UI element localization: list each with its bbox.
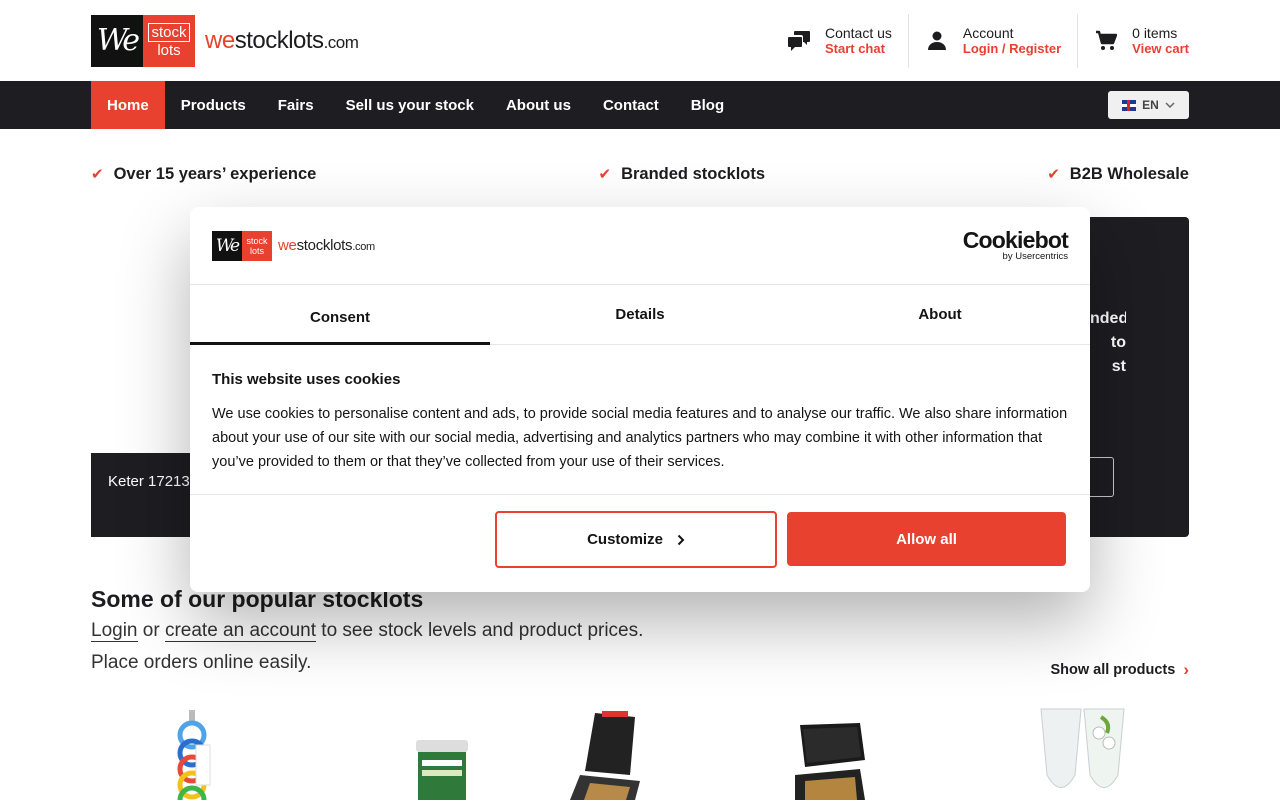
product-card[interactable] [765, 705, 965, 800]
popular-intro: Login or create an account to see stock … [91, 615, 651, 679]
logo-lots: lots [157, 41, 181, 59]
product-card[interactable] [316, 705, 516, 800]
product-card[interactable] [540, 705, 740, 800]
usp-label: Branded stocklots [621, 164, 766, 183]
chevron-right-icon: › [1183, 660, 1189, 679]
view-cart-link[interactable]: View cart [1132, 41, 1189, 57]
login-register-link[interactable]: Login / Register [963, 41, 1061, 57]
logo-text-stocklots: stocklots [234, 26, 324, 54]
logo-we-small: We [212, 230, 242, 261]
cookie-dialog-actions: Customize Allow all [190, 495, 1090, 568]
cookie-consent-dialog: We stock lots westocklots.com Cookiebot b… [190, 207, 1090, 592]
logo-text-we: we [205, 26, 235, 54]
chevron-down-icon [1165, 102, 1175, 108]
cookie-description: We use cookies to personalise content an… [212, 406, 1068, 470]
logo-mark-small: We stock lots [212, 230, 272, 261]
product-card[interactable] [989, 705, 1189, 800]
nav-item-home[interactable]: Home [91, 81, 165, 129]
cookie-dialog-header: We stock lots westocklots.com Cookiebot b… [190, 207, 1090, 285]
chat-icon [787, 29, 811, 53]
cart-icon [1094, 29, 1118, 53]
main-nav: Home Products Fairs Sell us your stock A… [0, 81, 1280, 129]
language-label: EN [1142, 98, 1159, 112]
usp-item: ✔ Branded stocklots [599, 165, 766, 184]
cookiebot-name: Cookiebot [962, 227, 1069, 253]
tab-about[interactable]: About [790, 285, 1090, 344]
site-logo[interactable]: We stock lots westocklots.com [91, 14, 359, 67]
show-all-products-link[interactable]: Show all products › [1050, 660, 1189, 680]
or-text: or [142, 620, 160, 641]
hero-caption: Keter 17213 [91, 453, 201, 537]
usp-label: B2B Wholesale [1069, 164, 1189, 183]
usp-bar: ✔ Over 15 years’ experience ✔ Branded stoc… [91, 160, 1189, 188]
logo-mark: We stock lots [91, 14, 195, 67]
cookie-heading: This website uses cookies [212, 371, 401, 388]
logo-we: We [91, 14, 143, 67]
user-icon [925, 29, 949, 53]
cookie-tabs: Consent Details About [190, 285, 1090, 345]
nav-item-contact[interactable]: Contact [587, 81, 675, 129]
popular-section: Some of our popular stocklots Login or c… [91, 586, 1189, 679]
account[interactable]: Account Login / Register [907, 13, 1077, 68]
logo-wordmark-small: westocklots.com [278, 237, 375, 254]
nav-item-about[interactable]: About us [490, 81, 587, 129]
show-all-label: Show all products [1050, 662, 1176, 678]
logo-stock: stock [148, 22, 190, 42]
start-chat-link[interactable]: Start chat [825, 41, 892, 57]
check-icon: ✔ [1047, 166, 1060, 183]
usp-item: ✔ Over 15 years’ experience [91, 165, 316, 184]
hero-banner-text: nded to st [1090, 310, 1126, 375]
customize-button[interactable]: Customize [495, 511, 777, 568]
cookiebot-logo[interactable]: Cookiebot by Usercentrics [962, 227, 1069, 263]
logo-stock-small: stock [246, 235, 268, 246]
logo-lots-small: lots [249, 245, 264, 256]
nav-item-sell-stock[interactable]: Sell us your stock [330, 81, 490, 129]
check-icon: ✔ [598, 166, 612, 183]
usp-label: Over 15 years’ experience [113, 164, 317, 183]
product-image [794, 723, 865, 800]
header-actions: Contact us Start chat Account Login / Re… [771, 13, 1189, 68]
logo-text-com: .com [323, 32, 359, 52]
site-header: We stock lots westocklots.com Contact us… [91, 0, 1189, 81]
account-label: Account [962, 24, 1014, 41]
logo-text-we-small: we [278, 237, 297, 254]
login-link[interactable]: Login [91, 620, 138, 642]
chevron-right-icon [677, 534, 685, 545]
logo-stocklots-box-small: stock lots [242, 230, 272, 261]
contact-us[interactable]: Contact us Start chat [771, 14, 908, 68]
logo-text-com-small: .com [352, 241, 375, 253]
tab-consent[interactable]: Consent [190, 285, 490, 345]
nav-item-blog[interactable]: Blog [675, 81, 740, 129]
check-icon: ✔ [91, 166, 104, 183]
uk-flag-icon [1122, 99, 1137, 111]
create-account-link[interactable]: create an account [164, 620, 317, 642]
tab-details[interactable]: Details [490, 285, 790, 344]
customize-label: Customize [587, 531, 663, 548]
allow-all-button[interactable]: Allow all [787, 512, 1066, 566]
nav-list: Home Products Fairs Sell us your stock A… [91, 81, 740, 129]
cart[interactable]: 0 items View cart [1077, 13, 1189, 68]
product-card[interactable] [91, 705, 291, 800]
product-image [415, 740, 468, 800]
logo-wordmark: westocklots.com [205, 26, 359, 55]
product-carousel [91, 705, 1189, 800]
product-image [177, 710, 211, 800]
logo-text-stocklots-small: stocklots [296, 237, 353, 254]
language-select[interactable]: EN [1108, 91, 1189, 119]
nav-item-products[interactable]: Products [165, 81, 262, 129]
logo-stocklots-box: stock lots [143, 14, 195, 67]
nav-item-fairs[interactable]: Fairs [262, 81, 330, 129]
usp-item: ✔ B2B Wholesale [1047, 165, 1189, 184]
contact-label: Contact us [824, 24, 892, 41]
product-image [570, 711, 640, 800]
product-image [1040, 708, 1125, 788]
cart-count: 0 items [1132, 24, 1178, 41]
cookie-dialog-body: This website uses cookies We use cookies… [190, 345, 1090, 495]
site-logo-small: We stock lots westocklots.com [212, 230, 375, 261]
